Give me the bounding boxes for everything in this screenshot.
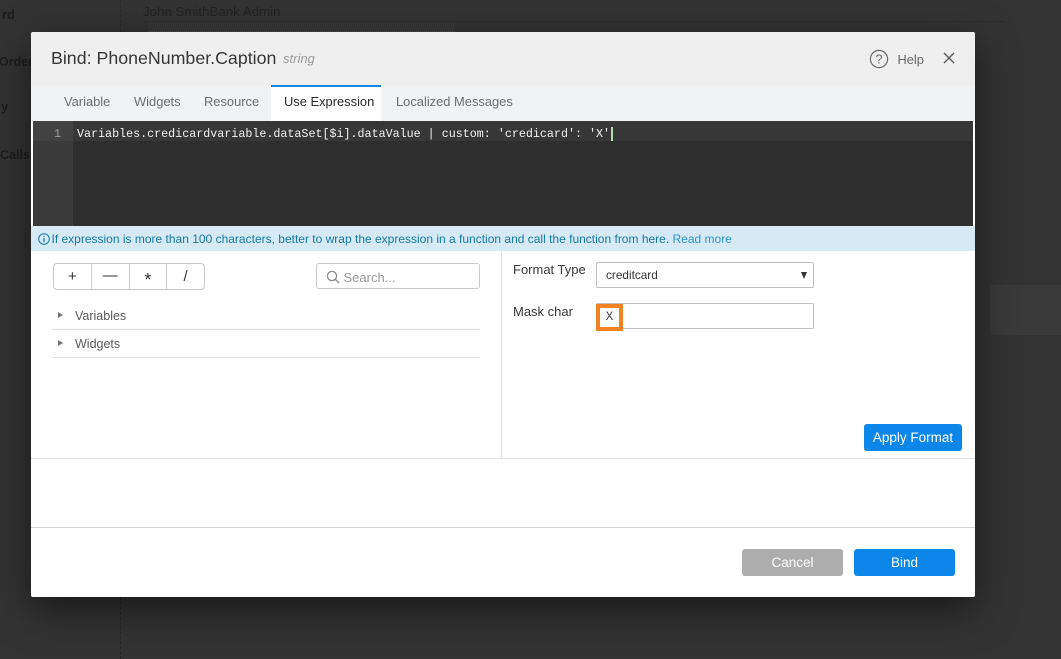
svg-text:?: ? xyxy=(876,52,883,66)
